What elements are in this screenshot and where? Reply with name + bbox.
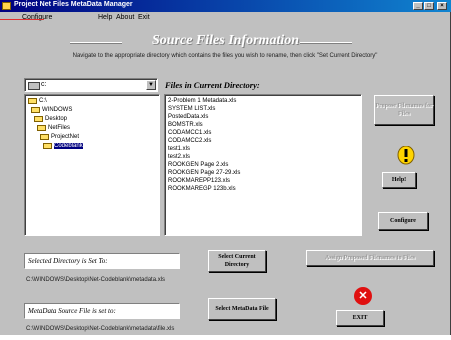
tree-item[interactable]: Desktop bbox=[34, 116, 67, 122]
list-item[interactable]: ROOKGEN Page 2.xls bbox=[168, 162, 228, 168]
assign-filenames-button[interactable]: Assign Proposed Filenames to Files bbox=[306, 250, 434, 266]
drive-icon bbox=[28, 82, 40, 90]
chevron-down-icon[interactable]: ▼ bbox=[146, 80, 156, 90]
folder-icon bbox=[31, 107, 40, 113]
menu-bar: Configure Help About Exit bbox=[0, 13, 451, 24]
list-item[interactable]: ROOKMAREGP 123b.xls bbox=[168, 186, 236, 192]
selected-directory-path: C:\WINDOWS\Desktop\Net-Codeblank\metadat… bbox=[26, 277, 166, 283]
list-item[interactable]: SYSTEM LIST.xls bbox=[168, 106, 215, 112]
page-title: Source Files Information bbox=[151, 33, 300, 48]
exit-button[interactable]: EXIT bbox=[336, 310, 384, 326]
metadata-file-label: MetaData Source File is set to: bbox=[24, 303, 180, 319]
app-icon bbox=[2, 2, 11, 10]
help-button[interactable]: Help! bbox=[382, 172, 416, 188]
select-metadata-file-button[interactable]: Select MetaData File bbox=[208, 298, 276, 320]
selected-directory-label: Selected Directory is Set To: bbox=[24, 253, 180, 269]
files-label: Files in Current Directory: bbox=[165, 80, 260, 90]
list-item[interactable]: CODAMCC2.xls bbox=[168, 138, 211, 144]
list-item[interactable]: PostedData.xls bbox=[168, 114, 208, 120]
open-folder-icon bbox=[43, 143, 52, 149]
list-item[interactable]: test2.xls bbox=[168, 154, 190, 160]
red-underline bbox=[0, 19, 44, 20]
list-item[interactable]: 2-Problem 1 Metadata.xls bbox=[168, 98, 236, 104]
tree-item[interactable]: WINDOWS bbox=[31, 107, 72, 113]
header-rule-right bbox=[300, 42, 352, 43]
folder-icon bbox=[28, 98, 37, 104]
warning-icon bbox=[397, 146, 415, 165]
window-title: Project Net Files MetaData Manager bbox=[14, 1, 133, 8]
tree-item[interactable]: C:\ bbox=[28, 98, 47, 104]
list-item[interactable]: BOMSTR.xls bbox=[168, 122, 203, 128]
configure-button[interactable]: Configure bbox=[378, 212, 428, 230]
folder-icon bbox=[40, 134, 49, 140]
file-list[interactable]: 2-Problem 1 Metadata.xls SYSTEM LIST.xls… bbox=[164, 94, 362, 236]
list-item[interactable]: CODAMCC1.xls bbox=[168, 130, 211, 136]
tree-item-selected[interactable]: Codeblank bbox=[25, 143, 157, 149]
folder-icon bbox=[37, 125, 46, 131]
instruction-text: Navigate to the appropriate directory wh… bbox=[72, 53, 378, 59]
drive-select[interactable]: c: ▼ bbox=[24, 78, 158, 92]
tree-item[interactable]: ProjectNet bbox=[40, 134, 79, 140]
list-item[interactable]: test1.xls bbox=[168, 146, 190, 152]
menu-help[interactable]: Help bbox=[98, 14, 112, 21]
maximize-button[interactable]: □ bbox=[424, 2, 434, 10]
propose-filenames-button[interactable]: Propose Filenames for Files bbox=[374, 95, 434, 125]
select-directory-button[interactable]: Select Current Directory bbox=[208, 250, 266, 272]
list-item[interactable]: ROOKGEN Page 27-29.xls bbox=[168, 170, 240, 176]
directory-tree[interactable]: C:\ WINDOWS Desktop NetFiles ProjectNet … bbox=[24, 94, 160, 236]
list-item[interactable]: ROOKMAREPP123.xls bbox=[168, 178, 230, 184]
folder-icon bbox=[34, 116, 43, 122]
metadata-file-path: C:\WINDOWS\Desktop\Net-Codeblank\metadat… bbox=[26, 326, 175, 332]
error-icon: ✕ bbox=[354, 287, 372, 305]
minimize-button[interactable]: _ bbox=[413, 2, 423, 10]
title-bar[interactable]: Project Net Files MetaData Manager _ □ × bbox=[0, 0, 451, 12]
menu-about[interactable]: About bbox=[116, 14, 134, 21]
drive-value: c: bbox=[41, 81, 47, 88]
close-button[interactable]: × bbox=[437, 2, 447, 10]
tree-item[interactable]: NetFiles bbox=[37, 125, 70, 131]
menu-exit[interactable]: Exit bbox=[138, 14, 150, 21]
app-window: Project Net Files MetaData Manager _ □ ×… bbox=[0, 0, 451, 335]
